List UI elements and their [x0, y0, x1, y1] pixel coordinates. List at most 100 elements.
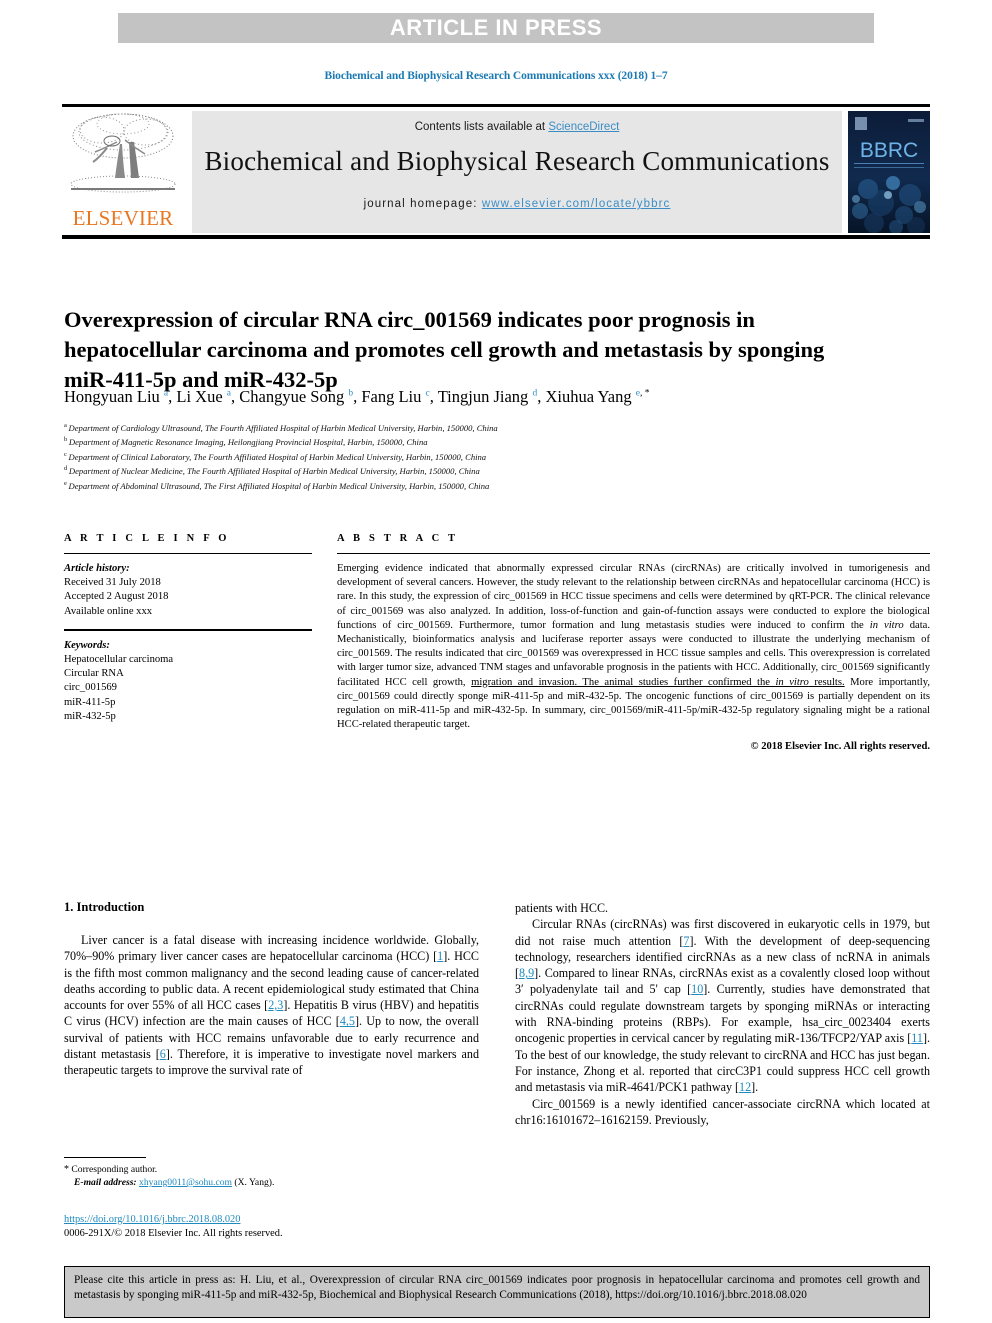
page-title: Overexpression of circular RNA circ_0015… [64, 307, 825, 393]
intro-text: ]. [751, 1080, 759, 1095]
article-info-column: A R T I C L E I N F O Article history: R… [64, 533, 312, 724]
citation-ref-10[interactable]: 10 [691, 982, 703, 996]
abstract-heading: A B S T R A C T [337, 533, 459, 544]
article-history-label: Article history: [64, 563, 130, 574]
author-affiliation-mark: a [226, 388, 231, 399]
article-info-rule-top [64, 553, 312, 554]
abstract-rule-top [337, 553, 930, 554]
author-name: Changyue Song [239, 387, 349, 406]
footnote-text: * Corresponding author. E-mail address: … [64, 1163, 479, 1189]
corresponding-author-footnote: * Corresponding author. E-mail address: … [64, 1157, 479, 1189]
abstract-body: Emerging evidence indicated that abnorma… [337, 562, 930, 732]
article-info-heading: A R T I C L E I N F O [64, 533, 230, 544]
cover-bbrc-wordmark: BBRC [859, 139, 919, 162]
affiliation-text: Department of Cardiology Ultrasound, The… [68, 422, 498, 433]
journal-info-box: Contents lists available at ScienceDirec… [192, 111, 842, 233]
citation-ref-8-9[interactable]: 8,9 [519, 966, 534, 980]
intro-text: Circ_001569 is a newly identified cancer… [515, 1096, 930, 1127]
masthead-top-rule [62, 104, 930, 107]
footnote-email-link[interactable]: xhyang0011@sohu.com [139, 1177, 232, 1188]
author-affiliation-mark: b [348, 388, 354, 399]
abstract-italic-in-vitro-2: in vitro [775, 676, 809, 688]
intro-paragraph: patients with HCC. [515, 900, 930, 916]
footnote-star: * [64, 1164, 69, 1175]
citation-ref-4-5[interactable]: 4,5 [340, 1014, 355, 1028]
abstract-italic-in-vitro-1: in vitro [869, 619, 904, 631]
journal-cover-thumbnail: BBRC [848, 111, 930, 233]
running-head: Biochemical and Biophysical Research Com… [324, 70, 668, 82]
sciencedirect-link[interactable]: ScienceDirect [548, 121, 619, 133]
keywords-block: Keywords: Hepatocellular carcinoma Circul… [64, 639, 312, 724]
issn-copyright-line: 0006-291X/© 2018 Elsevier Inc. All right… [64, 1228, 283, 1239]
author-name: Xiuhua Yang [545, 387, 636, 406]
citation-notice-text: Please cite this article in press as: H.… [74, 1274, 920, 1302]
affiliation-item: c Department of Clinical Laboratory, The… [64, 449, 894, 463]
doi-link[interactable]: https://doi.org/10.1016/j.bbrc.2018.08.0… [64, 1214, 240, 1225]
introduction-heading: 1. Introduction [64, 900, 145, 914]
affiliation-item: b Department of Magnetic Resonance Imagi… [64, 434, 894, 448]
elsevier-tree-icon [70, 113, 176, 193]
cover-subtitle-rule [854, 163, 924, 168]
article-history-block: Article history: Received 31 July 2018 Ac… [64, 562, 312, 619]
article-history-item: Received 31 July 2018 [64, 577, 161, 589]
author-name: Hongyuan Liu [64, 387, 164, 406]
elsevier-logo: ELSEVIER [62, 110, 184, 234]
author-list: Hongyuan Liu a, Li Xue a, Changyue Song … [64, 387, 650, 406]
keywords-items: Hepatocellular carcinoma Circular RNA circ… [64, 653, 312, 724]
article-history-items: Received 31 July 2018 Accepted 2 August 2… [64, 576, 312, 619]
intro-paragraph: Circ_001569 is a newly identified cancer… [515, 1096, 930, 1129]
cover-elsevier-mark [855, 117, 867, 130]
corresponding-author-star[interactable]: , * [640, 389, 650, 399]
article-info-rule-mid [64, 628, 312, 631]
journal-title: Biochemical and Biophysical Research Com… [204, 146, 830, 176]
author-name: Fang Liu [361, 387, 426, 406]
journal-homepage-link[interactable]: www.elsevier.com/locate/ybbrc [482, 198, 671, 210]
introduction-left-text: Liver cancer is a fatal disease with inc… [64, 932, 479, 1079]
affiliation-list: a Department of Cardiology Ultrasound, T… [64, 420, 894, 492]
author-affiliation-mark: d [532, 388, 538, 399]
intro-text: Liver cancer is a fatal disease with inc… [64, 933, 479, 964]
intro-paragraph: Circular RNAs (circRNAs) was first disco… [515, 916, 930, 1095]
keyword-item: Circular RNA [64, 668, 124, 680]
affiliation-text: Department of Nuclear Medicine, The Four… [68, 466, 480, 477]
footnote-email-owner: (X. Yang). [234, 1177, 275, 1188]
footnote-rule [64, 1157, 146, 1158]
author-name: Li Xue [176, 387, 227, 406]
affiliation-text: Department of Clinical Laboratory, The F… [68, 451, 487, 462]
abstract-column: A B S T R A C T Emerging evidence indica… [337, 533, 930, 752]
affiliation-text: Department of Magnetic Resonance Imaging… [68, 437, 428, 448]
citation-ref-11[interactable]: 11 [911, 1031, 923, 1045]
journal-homepage-line: journal homepage: www.elsevier.com/locat… [192, 198, 842, 210]
article-history-item: Accepted 2 August 2018 [64, 591, 169, 603]
keyword-item: miR-411-5p [64, 696, 116, 708]
contents-prefix: Contents lists available at [414, 121, 549, 133]
author-affiliation-mark: c [425, 388, 430, 399]
article-in-press-banner: ARTICLE IN PRESS [118, 13, 874, 43]
affiliation-item: e Department of Abdominal Ultrasound, Th… [64, 478, 894, 492]
footnote-corresponding-label: Corresponding author. [71, 1164, 158, 1175]
cover-barcode-mark [908, 119, 924, 122]
contents-lists-line: Contents lists available at ScienceDirec… [192, 121, 842, 133]
masthead-bottom-rule [62, 235, 930, 239]
abstract-underline-part-2: results. [808, 676, 845, 688]
keywords-label: Keywords: [64, 639, 110, 651]
article-in-press-label: ARTICLE IN PRESS [389, 15, 603, 40]
affiliation-text: Department of Abdominal Ultrasound, The … [68, 480, 490, 491]
citation-notice-box: Please cite this article in press as: H.… [64, 1266, 930, 1318]
affiliation-item: a Department of Cardiology Ultrasound, T… [64, 420, 894, 434]
abstract-copyright: © 2018 Elsevier Inc. All rights reserved… [750, 741, 930, 753]
citation-ref-12[interactable]: 12 [739, 1080, 751, 1094]
journal-masthead: ELSEVIER Contents lists available at Sci… [62, 104, 930, 239]
keyword-item: miR-432-5p [64, 710, 116, 722]
introduction-left-column: 1. Introduction Liver cancer is a fatal … [64, 900, 479, 1079]
intro-text: patients with HCC. [515, 901, 609, 915]
introduction-right-column: patients with HCC. Circular RNAs (circRNA… [515, 900, 930, 1128]
doi-block: https://doi.org/10.1016/j.bbrc.2018.08.0… [64, 1213, 494, 1241]
introduction-right-text: patients with HCC. Circular RNAs (circRNA… [515, 900, 930, 1128]
footnote-email-line: E-mail address: xhyang0011@sohu.com (X. … [64, 1176, 479, 1189]
citation-ref-2-3[interactable]: 2,3 [268, 998, 283, 1012]
keyword-item: Hepatocellular carcinoma [64, 654, 174, 666]
elsevier-wordmark: ELSEVIER [72, 206, 174, 230]
affiliation-item: d Department of Nuclear Medicine, The Fo… [64, 463, 894, 477]
homepage-prefix: journal homepage: [363, 198, 482, 210]
